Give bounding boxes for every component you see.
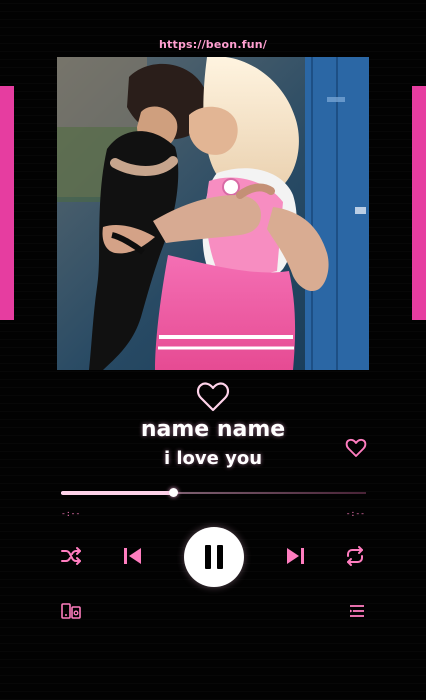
pause-button[interactable] [184, 527, 244, 587]
heart-outline-icon [196, 382, 230, 412]
side-accent-left [0, 86, 14, 320]
url-label: https://beon.fun/ [159, 38, 267, 51]
queue-icon[interactable] [349, 603, 365, 619]
repeat-icon[interactable] [344, 545, 366, 567]
progress-bar[interactable] [61, 488, 366, 497]
shuffle-icon[interactable] [60, 545, 82, 567]
elapsed-time: -:-- [61, 509, 81, 518]
remaining-time: -:-- [345, 509, 365, 518]
album-artwork [57, 57, 369, 370]
progress-handle[interactable] [169, 488, 179, 497]
pause-icon [205, 545, 211, 569]
skip-next-icon[interactable] [284, 545, 306, 567]
heart-outline-icon[interactable] [345, 437, 367, 459]
pause-icon [217, 545, 223, 569]
skip-previous-icon[interactable] [122, 545, 144, 567]
devices-icon[interactable] [61, 603, 81, 619]
side-accent-right [412, 86, 426, 320]
progress-fill [61, 491, 174, 495]
